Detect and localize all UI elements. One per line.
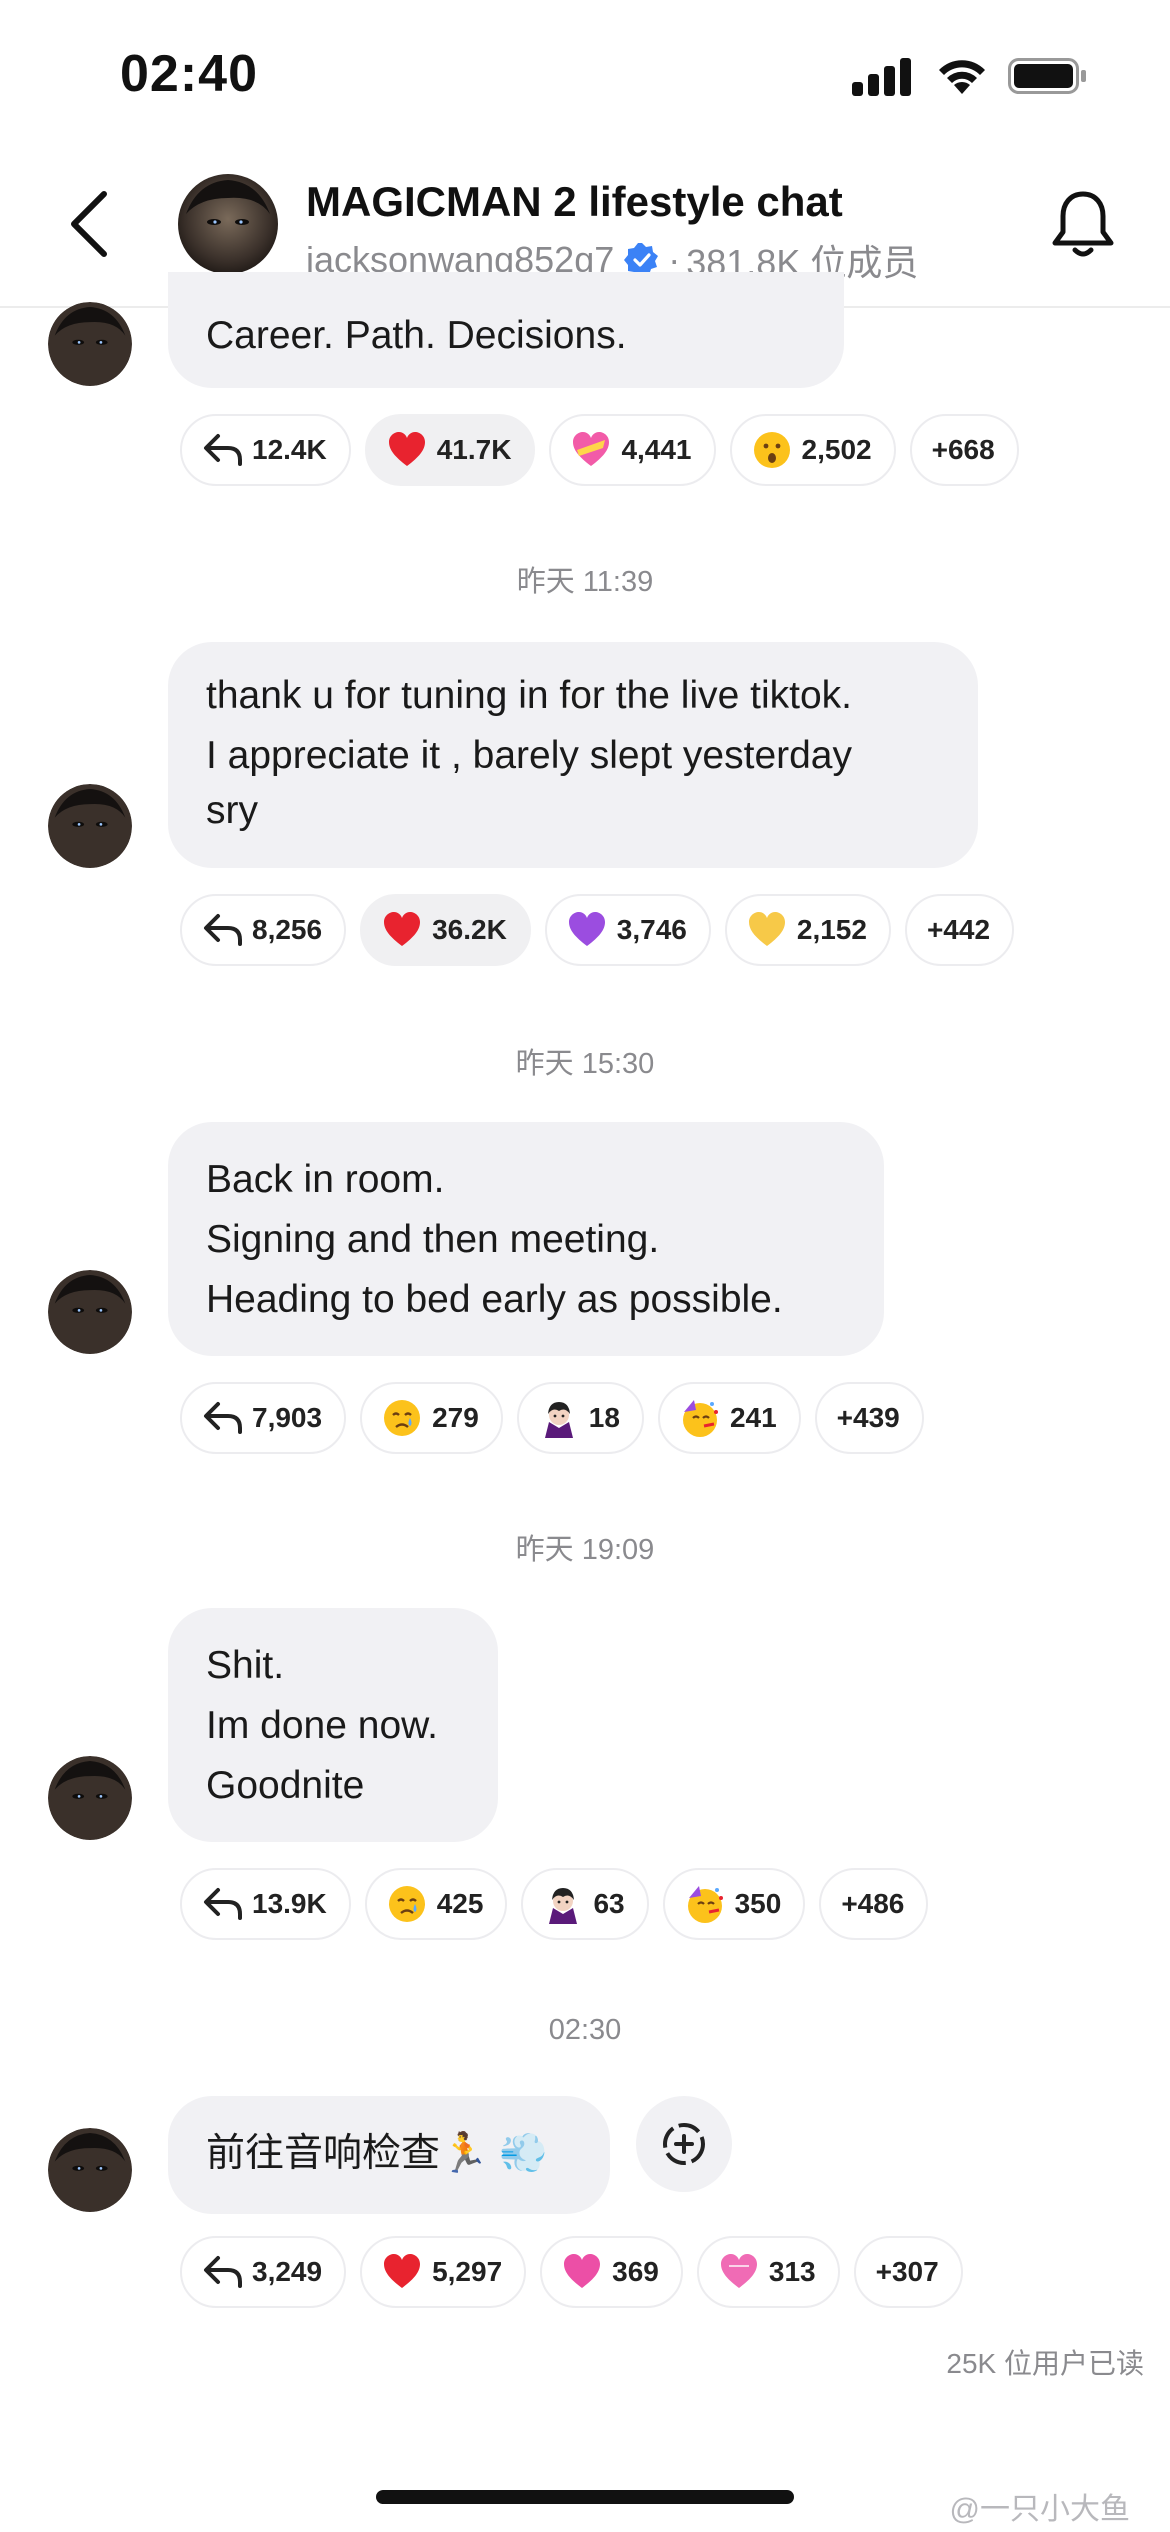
reaction-chip[interactable]: 369 [540,2236,683,2308]
message-text: Im done now. [206,1704,438,1747]
reply-button[interactable]: 7,903 [180,1382,347,1454]
more-reactions-chip[interactable]: +307 [853,2236,963,2308]
more-reactions-chip[interactable]: +486 [819,1868,929,1940]
message-bubble[interactable]: Career. Path. Decisions. [168,272,844,388]
message-text: Goodnite [206,1764,365,1807]
add-reaction-button[interactable] [636,2096,732,2192]
reaction-row: 7,903 279 18 241 +439 [180,1382,924,1454]
add-reaction-icon [663,2123,705,2165]
heart-ribbon-emoji [720,2254,757,2288]
bell-icon[interactable] [1048,188,1118,262]
red-heart-emoji [388,432,425,466]
home-indicator[interactable] [376,2490,794,2504]
timestamp: 昨天 19:09 [515,1534,655,1566]
reaction-row: 12.4K 41.7K 4,441 2,502 +668 [180,414,1019,486]
wifi-icon [939,60,985,94]
message-text: 前往音响检查🏃 💨 [206,2132,548,2175]
sender-avatar[interactable] [48,784,132,868]
reaction-chip[interactable]: 5,297 [360,2236,527,2308]
yellow-heart-emoji [748,912,785,946]
purple-heart-emoji [568,912,605,946]
red-heart-emoji [384,2254,421,2288]
message-bubble[interactable]: 前往音响检查🏃 💨 [168,2096,610,2214]
more-reactions-chip[interactable]: +439 [814,1382,924,1454]
reply-icon [204,914,242,946]
back-chevron-icon[interactable] [60,188,120,260]
reaction-chip[interactable]: 3,746 [544,894,711,966]
message-text: thank u for tuning in for the live tikto… [206,674,853,717]
reaction-chip[interactable]: 2,152 [724,894,891,966]
reaction-chip[interactable]: 18 [516,1382,644,1454]
reaction-chip[interactable]: 279 [360,1382,503,1454]
message-bubble[interactable]: Shit. Im done now. Goodnite [168,1608,498,1842]
heart-ribbon-emoji [573,432,610,466]
reaction-chip[interactable]: 425 [364,1868,508,1940]
message-text: I appreciate it , barely slept yesterday [206,734,852,777]
reply-icon [204,1888,242,1920]
crying-face-emoji [388,1886,425,1922]
timestamp: 昨天 11:39 [516,566,654,598]
sender-avatar[interactable] [48,2128,132,2212]
more-reactions-chip[interactable]: +442 [904,894,1015,966]
watermark: @一只小大鱼 [949,2493,1130,2526]
reaction-row: 13.9K 425 63 350 +486 [180,1868,929,1940]
reaction-chip[interactable]: 313 [696,2236,840,2308]
reply-button[interactable]: 12.4K [180,414,351,486]
message-text: Career. Path. Decisions. [206,314,627,357]
reaction-chip[interactable]: 4,441 [549,414,716,486]
battery-icon [1008,58,1086,94]
channel-avatar[interactable] [178,174,278,274]
timestamp: 昨天 15:30 [515,1048,655,1080]
reaction-row: 3,249 5,297 369 313 +307 [180,2236,963,2308]
party-face-emoji [687,1886,723,1923]
reaction-chip[interactable]: 2,502 [729,414,896,486]
surprised-face-emoji [753,432,790,468]
vampire-emoji [544,1402,573,1438]
vampire-emoji [549,1888,578,1924]
party-face-emoji [682,1400,718,1437]
reply-icon [204,1402,242,1434]
read-receipt: 25K 位用户已读 [946,2348,1144,2379]
message-bubble[interactable]: Back in room. Signing and then meeting. … [168,1122,884,1356]
message-text: Shit. [206,1644,285,1687]
reaction-chip[interactable]: 36.2K [360,894,531,966]
red-heart-emoji [384,912,421,946]
sender-avatar[interactable] [48,302,132,386]
reaction-chip[interactable]: 241 [657,1382,801,1454]
pink-heart-emoji [564,2254,601,2288]
reaction-row: 8,256 36.2K 3,746 2,152 +442 [180,894,1015,966]
cellular-signal-icon [852,56,912,96]
status-time: 02:40 [120,45,258,103]
more-reactions-chip[interactable]: +668 [909,414,1019,486]
chat-title: MAGICMAN 2 lifestyle chat [306,178,843,225]
reaction-chip[interactable]: 350 [662,1868,806,1940]
message-text: Signing and then meeting. [206,1218,660,1261]
sender-avatar[interactable] [48,1270,132,1354]
message-text: sry [206,789,258,832]
message-bubble[interactable]: thank u for tuning in for the live tikto… [168,642,978,868]
reply-button[interactable]: 13.9K [180,1868,351,1940]
reaction-chip[interactable]: 41.7K [364,414,536,486]
timestamp: 02:30 [548,2014,622,2046]
reply-icon [204,434,242,466]
reply-button[interactable]: 8,256 [180,894,347,966]
reaction-chip[interactable]: 63 [521,1868,649,1940]
sender-avatar[interactable] [48,1756,132,1840]
crying-face-emoji [384,1400,421,1436]
reply-icon [204,2256,242,2288]
message-text: Heading to bed early as possible. [206,1278,783,1321]
message-text: Back in room. [206,1158,445,1201]
reply-button[interactable]: 3,249 [180,2236,347,2308]
